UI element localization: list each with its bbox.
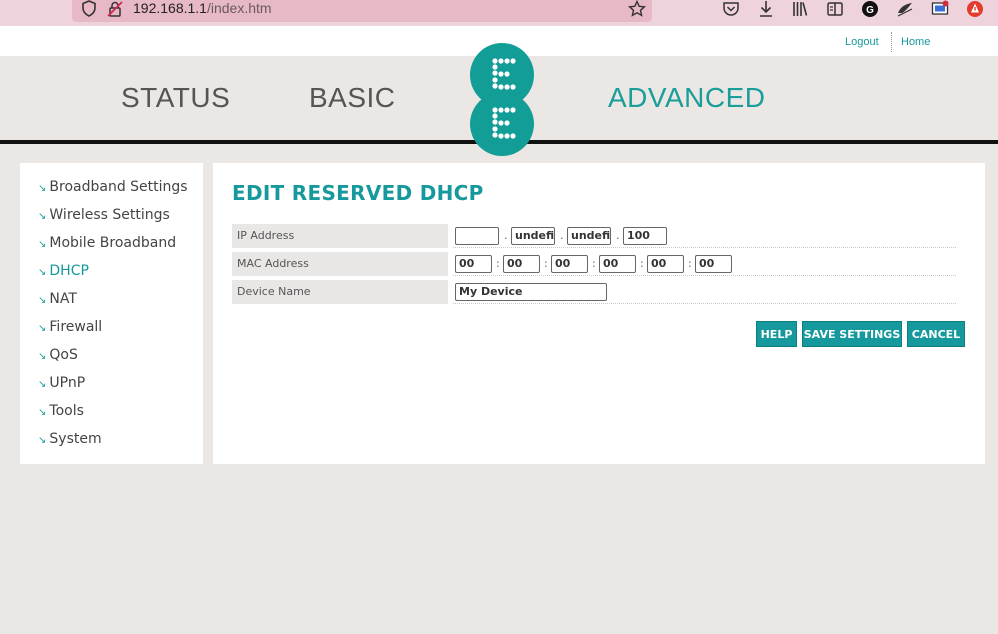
nav-status[interactable]: STATUS <box>121 82 230 114</box>
arrow-icon: ↘ <box>38 407 47 418</box>
help-button[interactable]: HELP <box>756 321 797 347</box>
sidebar-item-mobile-broadband[interactable]: ↘ Mobile Broadband <box>38 235 176 251</box>
mac-separator: : <box>592 257 596 270</box>
library-icon[interactable] <box>791 0 809 18</box>
bookmark-star-icon[interactable] <box>628 0 646 18</box>
arrow-icon: ↘ <box>38 267 47 278</box>
mac-separator: : <box>496 257 500 270</box>
row-divider <box>453 247 956 248</box>
sidebar-item-label: Broadband Settings <box>49 179 188 195</box>
sidebar-item-label: NAT <box>49 291 77 307</box>
mac-octet-1-field[interactable]: 00 <box>455 255 492 273</box>
logo-circle-bottom <box>470 92 534 156</box>
url-text[interactable]: 192.168.1.1/index.htm <box>133 0 272 16</box>
sidebar-item-qos[interactable]: ↘ QoS <box>38 347 78 363</box>
sidebar-item-label: Wireless Settings <box>49 207 170 223</box>
sidebar-item-system[interactable]: ↘ System <box>38 431 102 447</box>
sidebar-item-label: Mobile Broadband <box>49 235 177 251</box>
nav-basic[interactable]: BASIC <box>309 82 396 114</box>
mac-octet-5-field[interactable]: 00 <box>647 255 684 273</box>
extension-alert-icon[interactable] <box>966 0 984 18</box>
mac-separator: : <box>544 257 548 270</box>
browser-toolbar: 192.168.1.1/index.htm G <box>0 0 998 26</box>
sidebar-item-label: UPnP <box>49 375 86 391</box>
mac-octet-3-field[interactable]: 00 <box>551 255 588 273</box>
sidebar-item-wireless-settings[interactable]: ↘ Wireless Settings <box>38 207 170 223</box>
sidebar-item-label: Firewall <box>49 319 103 335</box>
mac-separator: : <box>688 257 692 270</box>
cancel-button[interactable]: CANCEL <box>907 321 965 347</box>
sidebar-item-broadband-settings[interactable]: ↘ Broadband Settings <box>38 179 188 195</box>
mac-octet-4-field[interactable]: 00 <box>599 255 636 273</box>
svg-text:G: G <box>866 5 874 16</box>
ip-octet-1-field[interactable] <box>455 227 499 245</box>
device-name-label: Device Name <box>232 280 448 304</box>
ip-address-label: IP Address <box>232 224 448 248</box>
ip-octet-3-field[interactable]: undefi <box>567 227 611 245</box>
top-links-divider <box>891 32 892 52</box>
reader-view-icon[interactable] <box>826 0 844 18</box>
logo-letter-e-bottom <box>492 107 516 139</box>
arrow-icon: ↘ <box>38 295 47 306</box>
insecure-lock-icon[interactable] <box>106 0 124 18</box>
sidebar-item-upnp[interactable]: ↘ UPnP <box>38 375 85 391</box>
mac-octet-6-field[interactable]: 00 <box>695 255 732 273</box>
arrow-icon: ↘ <box>38 239 47 250</box>
grammarly-extension-icon[interactable]: G <box>861 0 879 18</box>
arrow-icon: ↘ <box>38 183 47 194</box>
arrow-icon: ↘ <box>38 323 47 334</box>
pocket-icon[interactable] <box>722 0 740 18</box>
sidebar-item-dhcp[interactable]: ↘ DHCP <box>38 263 89 279</box>
nav-advanced[interactable]: ADVANCED <box>608 82 766 114</box>
ip-octet-4-field[interactable]: 100 <box>623 227 667 245</box>
mac-separator: : <box>640 257 644 270</box>
url-path: /index.htm <box>206 0 272 16</box>
ip-octet-2-field[interactable]: undefi <box>511 227 555 245</box>
arrow-icon: ↘ <box>38 379 47 390</box>
ip-separator: . <box>560 229 564 242</box>
mac-octet-2-field[interactable]: 00 <box>503 255 540 273</box>
sidebar-menu: ↘ Broadband Settings ↘ Wireless Settings ↘… <box>20 163 203 464</box>
save-settings-button[interactable]: SAVE SETTINGS <box>802 321 902 347</box>
logout-link[interactable]: Logout <box>845 36 879 48</box>
shield-icon[interactable] <box>80 0 98 18</box>
sidebar-item-label: DHCP <box>49 263 89 279</box>
download-icon[interactable] <box>757 0 775 18</box>
sidebar-item-nat[interactable]: ↘ NAT <box>38 291 77 307</box>
mac-address-label: MAC Address <box>232 252 448 276</box>
url-host: 192.168.1.1 <box>133 0 207 16</box>
edit-reserved-dhcp-panel: EDIT RESERVED DHCP IP Address . undefi .… <box>213 163 985 464</box>
ip-separator: . <box>616 229 620 242</box>
home-link[interactable]: Home <box>901 36 930 48</box>
arrow-icon: ↘ <box>38 211 47 222</box>
arrow-icon: ↘ <box>38 435 47 446</box>
row-divider <box>453 275 956 276</box>
extension-bird-icon[interactable] <box>896 0 914 18</box>
ip-separator: . <box>504 229 508 242</box>
sidebar-item-firewall[interactable]: ↘ Firewall <box>38 319 102 335</box>
sidebar-item-label: Tools <box>49 403 84 419</box>
page-title: EDIT RESERVED DHCP <box>232 181 484 205</box>
device-name-field[interactable]: My Device <box>455 283 607 301</box>
sidebar-item-label: QoS <box>49 347 78 363</box>
sidebar-item-label: System <box>49 431 102 447</box>
row-divider <box>453 303 956 304</box>
arrow-icon: ↘ <box>38 351 47 362</box>
sidebar-item-tools[interactable]: ↘ Tools <box>38 403 84 419</box>
extension-screen-icon[interactable] <box>931 0 949 18</box>
